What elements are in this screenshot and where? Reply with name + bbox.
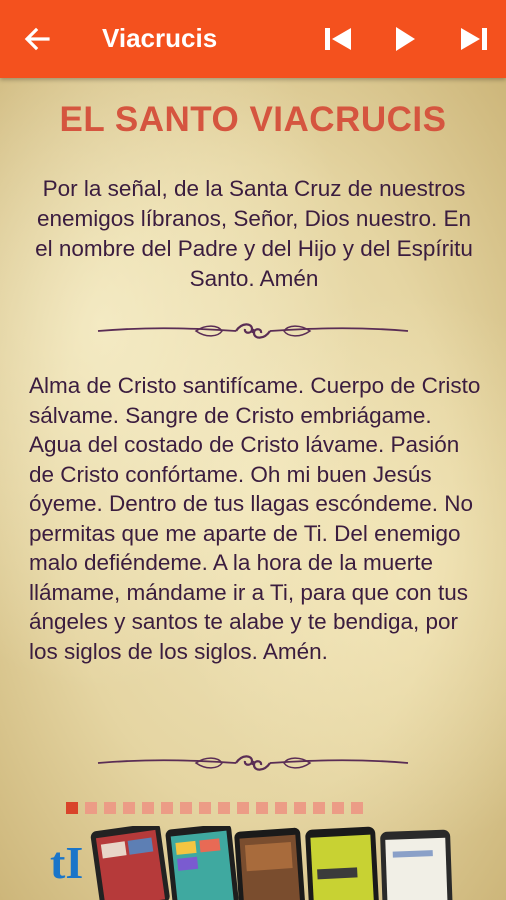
page-dot[interactable] bbox=[237, 802, 249, 814]
play-icon bbox=[396, 27, 415, 51]
back-button[interactable] bbox=[18, 19, 58, 59]
page-dot[interactable] bbox=[313, 802, 325, 814]
skip-next-icon bbox=[461, 28, 487, 50]
arrow-left-icon bbox=[24, 27, 50, 51]
phone-mockup bbox=[165, 826, 239, 900]
app-bar: Viacrucis bbox=[0, 0, 506, 78]
page-dot[interactable] bbox=[332, 802, 344, 814]
page-dot[interactable] bbox=[180, 802, 192, 814]
phone-mockup bbox=[90, 826, 170, 900]
sign-of-cross-text: Por la señal, de la Santa Cruz de nuestr… bbox=[35, 176, 473, 291]
skip-previous-icon bbox=[325, 28, 351, 50]
page-dot[interactable] bbox=[256, 802, 268, 814]
page-dot[interactable] bbox=[66, 802, 78, 814]
page-dot[interactable] bbox=[351, 802, 363, 814]
tl-logo-icon[interactable]: tI bbox=[50, 840, 83, 886]
logo-text: tI bbox=[50, 837, 84, 888]
ornament-divider bbox=[97, 323, 409, 339]
page-dot[interactable] bbox=[142, 802, 154, 814]
skip-previous-button[interactable] bbox=[322, 22, 356, 56]
page-heading: EL SANTO VIACRUCIS bbox=[59, 100, 447, 139]
page-dot[interactable] bbox=[199, 802, 211, 814]
phone-mockup bbox=[234, 827, 306, 900]
ornament-divider bbox=[97, 755, 409, 771]
play-button[interactable] bbox=[388, 22, 422, 56]
page-dot[interactable] bbox=[275, 802, 287, 814]
app-title: Viacrucis bbox=[102, 23, 218, 53]
page-dot[interactable] bbox=[85, 802, 97, 814]
page-dot[interactable] bbox=[161, 802, 173, 814]
prayer-text: Alma de Cristo santifícame. Cuerpo de Cr… bbox=[29, 373, 481, 664]
phone-mockup bbox=[380, 829, 453, 900]
skip-next-button[interactable] bbox=[456, 22, 490, 56]
page-indicator bbox=[66, 802, 363, 816]
page-dot[interactable] bbox=[123, 802, 135, 814]
phone-mockup bbox=[305, 826, 379, 900]
page-dot[interactable] bbox=[294, 802, 306, 814]
page-dot[interactable] bbox=[218, 802, 230, 814]
page-dot[interactable] bbox=[104, 802, 116, 814]
